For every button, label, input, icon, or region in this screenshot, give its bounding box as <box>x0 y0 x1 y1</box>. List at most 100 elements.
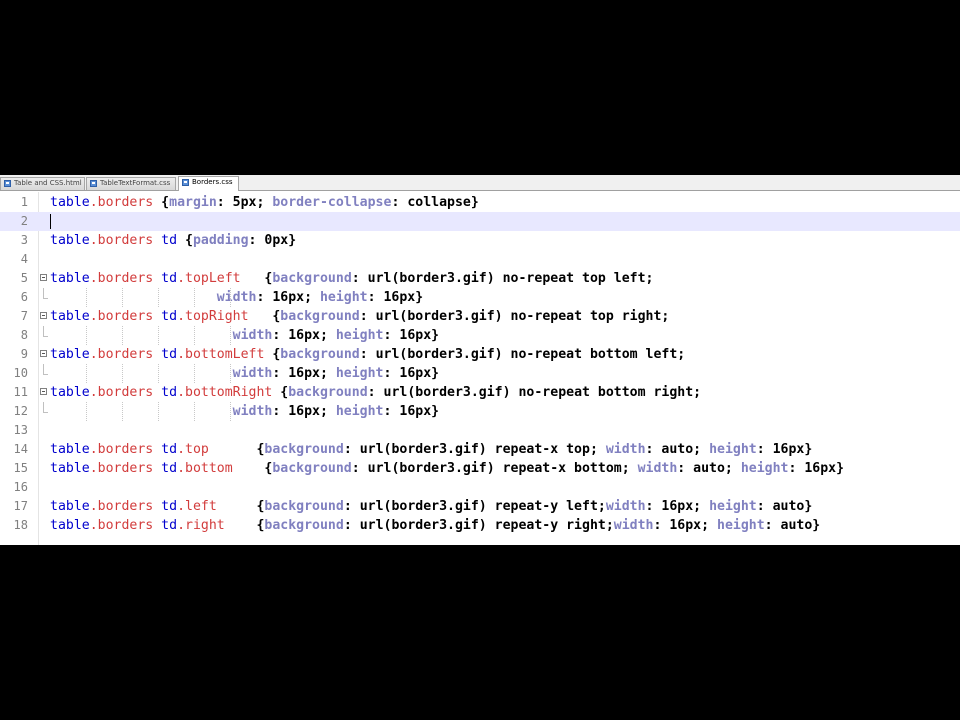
code-token-cls: .left <box>177 499 217 514</box>
code-area[interactable]: 1 table.borders {margin: 5px; border-coll… <box>0 192 960 545</box>
code-token-val: : auto; <box>645 442 710 457</box>
line-number: 2 <box>20 214 28 228</box>
indent-guide <box>194 288 195 307</box>
code-token-prop: width <box>232 404 273 419</box>
tab-table-and-css-html[interactable]: Table and CSS.html <box>0 177 85 190</box>
code-line[interactable]: 6 width: 16px; height: 16px} <box>0 288 960 307</box>
code-text: table.borders td.bottom {background: url… <box>50 459 844 478</box>
indent-guide <box>194 364 195 383</box>
code-line[interactable]: 2 <box>0 212 960 231</box>
code-token-cls: .right <box>177 518 225 533</box>
line-number: 4 <box>20 252 28 266</box>
code-token-sel: table <box>50 195 90 210</box>
code-token-sel: td <box>153 309 178 324</box>
code-token-cls: .topRight <box>177 309 249 324</box>
indent-guide <box>194 402 195 421</box>
code-token-pun: { <box>208 442 265 457</box>
code-line[interactable]: 5 table.borders td.topLeft {background: u… <box>0 269 960 288</box>
code-token-pun: } <box>431 404 440 419</box>
code-token-sel: td <box>153 518 178 533</box>
code-line[interactable]: 4 <box>0 250 960 269</box>
code-line[interactable]: 8 width: 16px; height: 16px} <box>0 326 960 345</box>
code-line[interactable]: 1 table.borders {margin: 5px; border-coll… <box>0 193 960 212</box>
line-number: 5 <box>20 271 28 285</box>
code-token-prop: padding <box>192 233 249 248</box>
file-icon <box>182 179 189 186</box>
code-line[interactable]: 15 table.borders td.bottom {background: u… <box>0 459 960 478</box>
code-token-sel: td <box>153 271 178 286</box>
code-token-prop: width <box>613 518 654 533</box>
code-token-sel: table <box>50 442 90 457</box>
code-line[interactable]: 13 <box>0 421 960 440</box>
code-token-sel: table <box>50 309 90 324</box>
code-token-prop: height <box>740 461 789 476</box>
code-line[interactable]: 11 table.borders td.bottomRight {backgrou… <box>0 383 960 402</box>
code-token-prop: background <box>264 442 344 457</box>
code-token-cls: .borders <box>89 233 154 248</box>
code-token-val <box>50 404 233 419</box>
code-token-cls: .top <box>177 442 209 457</box>
code-token-pun: { <box>272 385 289 400</box>
code-line[interactable]: 14 table.borders td.top {background: url(… <box>0 440 960 459</box>
indent-guide <box>158 364 159 383</box>
code-token-pun: } <box>288 233 297 248</box>
code-token-prop: height <box>709 499 757 514</box>
fold-minus-icon[interactable] <box>40 312 47 319</box>
fold-minus-icon[interactable] <box>40 274 47 281</box>
code-text: table.borders td {padding: 0px} <box>50 231 296 250</box>
tab-label: Table and CSS.html <box>14 179 82 187</box>
code-line[interactable]: 9 table.borders td.bottomLeft {background… <box>0 345 960 364</box>
code-token-prop: background <box>264 499 344 514</box>
code-line[interactable]: 10 width: 16px; height: 16px} <box>0 364 960 383</box>
code-token-val: : auto <box>756 499 805 514</box>
code-token-pun: { <box>264 347 281 362</box>
indent-guide <box>86 364 87 383</box>
indent-guide <box>86 288 87 307</box>
code-editor-window: Table and CSS.html TableTextFormat.css B… <box>0 175 960 545</box>
line-number: 1 <box>20 195 28 209</box>
code-token-cls: .borders <box>89 271 154 286</box>
code-token-val: : url(border3.gif) no-repeat bottom left… <box>359 347 686 362</box>
code-token-val: : 16px <box>788 461 837 476</box>
code-line[interactable]: 18 table.borders td.right {background: ur… <box>0 516 960 535</box>
fold-end-marker <box>43 364 48 375</box>
code-line[interactable]: 3 table.borders td {padding: 0px} <box>0 231 960 250</box>
indent-guide <box>122 288 123 307</box>
indent-guide <box>158 326 159 345</box>
code-line[interactable]: 17 table.borders td.left {background: url… <box>0 497 960 516</box>
fold-minus-icon[interactable] <box>40 388 47 395</box>
code-token-prop: background <box>280 309 360 324</box>
code-token-val: : 16px; <box>653 518 717 533</box>
tab-tabletextformat-css[interactable]: TableTextFormat.css <box>86 177 176 190</box>
line-number: 11 <box>13 385 28 399</box>
fold-end-marker <box>43 326 48 337</box>
code-token-prop: height <box>717 518 765 533</box>
code-line[interactable]: 12 width: 16px; height: 16px} <box>0 402 960 421</box>
code-token-cls: .bottomLeft <box>177 347 265 362</box>
fold-minus-icon[interactable] <box>40 350 47 357</box>
code-token-val: : url(border3.gif) repeat-y left; <box>343 499 606 514</box>
code-line[interactable]: 16 <box>0 478 960 497</box>
code-line[interactable]: 7 table.borders td.topRight {background: … <box>0 307 960 326</box>
file-icon <box>4 180 11 187</box>
tab-bar: Table and CSS.html TableTextFormat.css B… <box>0 175 960 191</box>
code-token-prop: border-collapse <box>272 195 392 210</box>
code-text: table.borders {margin: 5px; border-colla… <box>50 193 479 212</box>
code-token-prop: height <box>335 366 384 381</box>
line-number: 7 <box>20 309 28 323</box>
line-number: 9 <box>20 347 28 361</box>
code-token-sel: td <box>153 233 178 248</box>
code-token-cls: .borders <box>89 309 154 324</box>
indent-guide <box>122 402 123 421</box>
code-text: table.borders td.bottomLeft {background:… <box>50 345 685 364</box>
tab-label: Borders.css <box>192 178 233 186</box>
line-number: 12 <box>13 404 28 418</box>
code-token-pun: { <box>224 518 265 533</box>
line-number: 15 <box>13 461 28 475</box>
code-token-sel: table <box>50 233 90 248</box>
tab-borders-css[interactable]: Borders.css <box>178 176 239 191</box>
code-token-sel: table <box>50 518 90 533</box>
code-text: table.borders td.right {background: url(… <box>50 516 820 535</box>
line-number: 3 <box>20 233 28 247</box>
code-token-val: : 5px; <box>216 195 273 210</box>
